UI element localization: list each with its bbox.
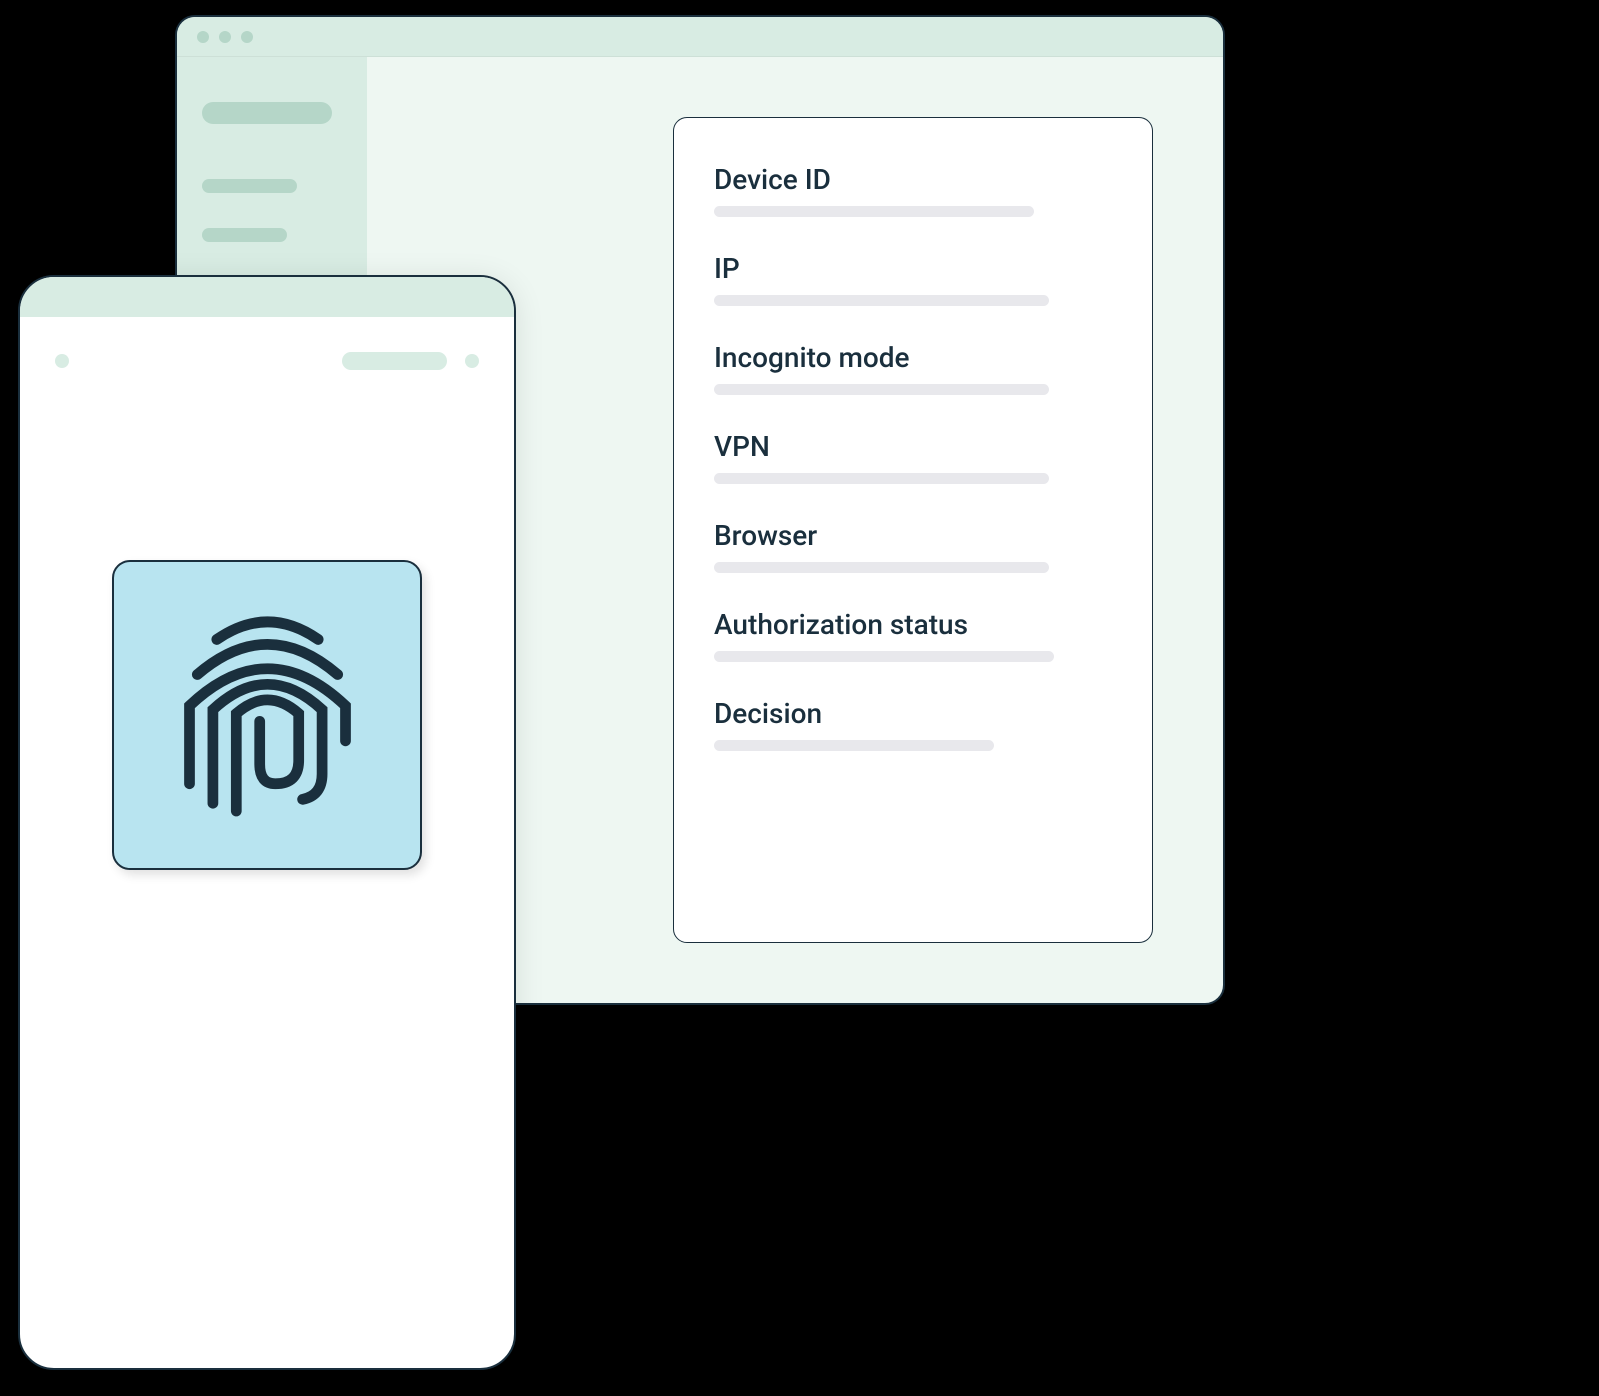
info-row-device-id: Device ID: [714, 163, 1112, 217]
info-value-placeholder: [714, 562, 1049, 573]
info-label: IP: [714, 252, 1112, 285]
traffic-light-close-icon[interactable]: [197, 31, 209, 43]
info-label: VPN: [714, 430, 1112, 463]
info-value-placeholder: [714, 206, 1034, 217]
info-label: Decision: [714, 697, 1112, 730]
mobile-menu-icon[interactable]: [55, 354, 69, 368]
info-label: Incognito mode: [714, 341, 1112, 374]
traffic-light-minimize-icon[interactable]: [219, 31, 231, 43]
info-value-placeholder: [714, 740, 994, 751]
fingerprint-icon: [170, 608, 365, 823]
browser-titlebar: [177, 17, 1223, 57]
sidebar-title-placeholder: [202, 102, 332, 124]
info-value-placeholder: [714, 295, 1049, 306]
info-label: Browser: [714, 519, 1112, 552]
mobile-statusbar: [20, 277, 514, 317]
mobile-header-right: [342, 352, 479, 370]
info-row-ip: IP: [714, 252, 1112, 306]
info-row-incognito: Incognito mode: [714, 341, 1112, 395]
traffic-light-maximize-icon[interactable]: [241, 31, 253, 43]
info-value-placeholder: [714, 473, 1049, 484]
info-value-placeholder: [714, 651, 1054, 662]
info-row-vpn: VPN: [714, 430, 1112, 484]
sidebar-item-placeholder: [202, 228, 287, 242]
mobile-header-placeholder: [342, 352, 447, 370]
fingerprint-tile[interactable]: [112, 560, 422, 870]
mobile-header: [20, 317, 514, 405]
device-info-card: Device ID IP Incognito mode VPN Browser: [673, 117, 1153, 943]
info-value-placeholder: [714, 384, 1049, 395]
info-row-authorization: Authorization status: [714, 608, 1112, 662]
mobile-body: [20, 405, 514, 870]
mobile-device: [18, 275, 516, 1370]
info-label: Authorization status: [714, 608, 1112, 641]
info-row-decision: Decision: [714, 697, 1112, 751]
info-row-browser: Browser: [714, 519, 1112, 573]
info-label: Device ID: [714, 163, 1112, 196]
sidebar-item-placeholder: [202, 179, 297, 193]
mobile-action-icon[interactable]: [465, 354, 479, 368]
